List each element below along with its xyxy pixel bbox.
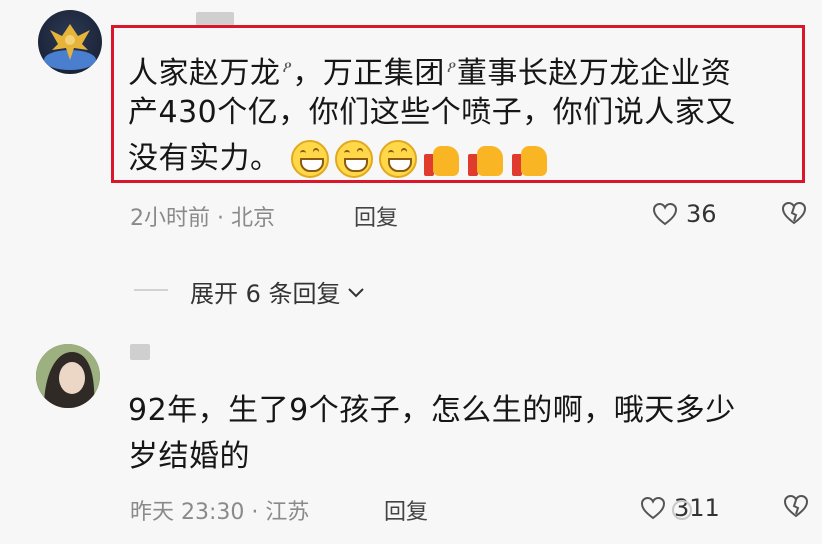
watermark-logo-icon (672, 500, 692, 520)
reply-button[interactable]: 回复 (354, 200, 398, 232)
comment-text-line-2: 岁结婚的 (128, 439, 250, 474)
dislike-icon[interactable] (780, 199, 808, 227)
smile-emoji-icon (378, 140, 417, 178)
comment-meta: 2小时前 · 北京 (130, 200, 275, 232)
reply-button[interactable]: 回复 (384, 494, 428, 526)
expand-replies-button[interactable]: 展开 6 条回复 (190, 274, 367, 309)
link-text[interactable]: 集团 (384, 56, 445, 91)
avatar-eagle-logo-icon (44, 24, 96, 70)
dislike-icon[interactable] (782, 492, 810, 520)
comment-text-line-3: 没有实力。 (128, 136, 549, 182)
smile-emoji-icon (334, 140, 373, 178)
avatar[interactable] (36, 344, 100, 408)
timestamp: 昨天 23:30 (130, 500, 245, 525)
heart-icon (652, 202, 678, 226)
smile-emoji-icon (290, 140, 329, 178)
emoji-row (290, 140, 549, 178)
like-button[interactable]: 36 (652, 200, 717, 228)
avatar[interactable] (38, 10, 102, 74)
username-blurred[interactable] (196, 12, 234, 26)
thumbs-up-emoji-icon (511, 140, 549, 178)
chevron-down-icon (347, 287, 364, 297)
expand-replies-label: 展开 6 条回复 (190, 280, 341, 308)
thumbs-up-emoji-icon (467, 140, 505, 178)
expand-divider (134, 289, 168, 291)
heart-icon (640, 496, 666, 520)
location: · 江苏 (251, 500, 310, 525)
search-icon[interactable]: ዖ (283, 57, 293, 76)
watermark (672, 500, 692, 520)
username-blurred[interactable] (130, 344, 150, 360)
location: · 北京 (217, 206, 275, 231)
comment-text-line-2: 产430个亿，你们这些个喷子，你们说人家又 (128, 95, 736, 130)
timestamp: 2小时前 (130, 206, 210, 231)
comment-text-line-1: 92年，生了9个孩子，怎么生的啊，哦天多少 (128, 393, 736, 428)
comment-meta: 昨天 23:30 · 江苏 (130, 494, 309, 526)
avatar-person-photo-icon (36, 344, 100, 408)
like-count: 36 (686, 200, 717, 228)
thumbs-up-emoji-icon (423, 140, 461, 178)
search-icon[interactable]: ዖ (447, 57, 457, 76)
